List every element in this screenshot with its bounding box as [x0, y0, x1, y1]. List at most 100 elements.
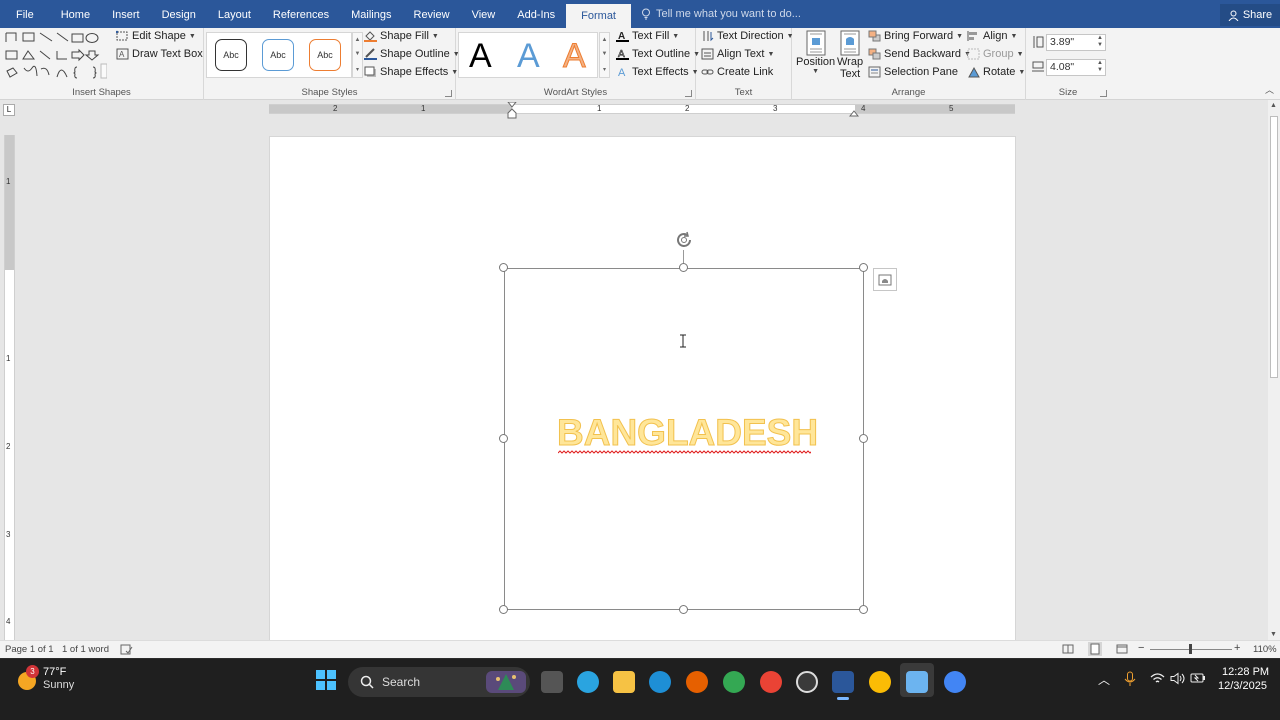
clock-date[interactable]: 12/3/2025	[1218, 680, 1267, 692]
word-icon[interactable]	[832, 671, 854, 693]
send-backward-button[interactable]: Send Backward ▼	[868, 48, 971, 60]
edge-icon[interactable]	[649, 671, 671, 693]
shape-style-blue[interactable]: Abc	[262, 39, 294, 71]
wordart-more-button[interactable]: ▲ ▼ ▾	[599, 32, 610, 78]
shape-effects-button[interactable]: Shape Effects ▼	[364, 66, 458, 78]
wifi-icon[interactable]	[1150, 672, 1165, 685]
bring-forward-button[interactable]: Bring Forward ▼	[868, 30, 963, 42]
chrome-profile-3-icon[interactable]	[944, 671, 966, 693]
wrap-text-button[interactable]: Wrap Text	[837, 30, 863, 80]
text-direction-button[interactable]: Text Direction ▼	[701, 30, 794, 42]
align-button[interactable]: Align ▼	[967, 30, 1017, 42]
weather-widget[interactable]: 3	[16, 665, 39, 691]
resize-handle-bottom[interactable]	[679, 605, 688, 614]
file-explorer-icon[interactable]	[613, 671, 635, 693]
align-text-button[interactable]: Align Text ▼	[701, 48, 774, 60]
edit-shape-button[interactable]: Edit Shape ▼	[116, 30, 196, 42]
resize-handle-right[interactable]	[859, 434, 868, 443]
vertical-scrollbar[interactable]: ▲ ▼	[1268, 100, 1280, 640]
wordart-text[interactable]: BANGLADESH	[557, 412, 819, 454]
group-button[interactable]: Group ▼	[967, 48, 1024, 60]
zoom-out-button[interactable]: −	[1138, 642, 1144, 654]
shape-outline-button[interactable]: Shape Outline ▼	[364, 48, 460, 60]
wordart-style-blue[interactable]: A	[517, 37, 540, 76]
tab-insert[interactable]: Insert	[101, 0, 151, 28]
chrome-icon[interactable]	[723, 671, 745, 693]
zoom-in-button[interactable]: +	[1234, 642, 1240, 654]
resize-handle-bottom-left[interactable]	[499, 605, 508, 614]
text-effects-button[interactable]: A Text Effects ▼	[616, 66, 699, 78]
tab-references[interactable]: References	[262, 0, 340, 28]
windows-start-icon[interactable]	[315, 669, 337, 691]
proofing-icon[interactable]	[120, 644, 133, 655]
tab-home[interactable]: Home	[50, 0, 101, 28]
tab-design[interactable]: Design	[151, 0, 207, 28]
tell-me-box[interactable]: Tell me what you want to do...	[641, 8, 801, 20]
shapes-gallery[interactable]	[5, 31, 108, 81]
shape-styles-dialog-launcher[interactable]	[445, 90, 452, 97]
paint-icon[interactable]	[906, 671, 928, 693]
wordart-style-orange[interactable]: A	[563, 37, 587, 76]
resize-handle-bottom-right[interactable]	[859, 605, 868, 614]
tab-mailings[interactable]: Mailings	[340, 0, 402, 28]
resize-handle-top-left[interactable]	[499, 263, 508, 272]
spinner-icon[interactable]: ▲ ▼	[1097, 60, 1103, 74]
resize-handle-top[interactable]	[679, 263, 688, 272]
battery-icon[interactable]	[1190, 673, 1206, 683]
shape-style-black[interactable]: Abc	[215, 39, 247, 71]
telegram-icon[interactable]	[577, 671, 599, 693]
shape-fill-button[interactable]: Shape Fill ▼	[364, 30, 439, 42]
spinner-icon[interactable]: ▲ ▼	[1097, 35, 1103, 49]
scroll-up-icon[interactable]: ▲	[1270, 102, 1277, 109]
shape-styles-more-button[interactable]: ▲ ▼ ▾	[352, 32, 363, 78]
tab-add-ins[interactable]: Add-Ins	[506, 0, 566, 28]
shape-width-field[interactable]: 4.08" ▲ ▼	[1046, 59, 1106, 76]
resize-handle-left[interactable]	[499, 434, 508, 443]
chrome-profile-icon[interactable]	[760, 671, 782, 693]
tab-file[interactable]: File	[0, 0, 50, 28]
collapse-ribbon-icon[interactable]: ︿	[1265, 83, 1274, 96]
obs-icon[interactable]	[796, 671, 818, 693]
horizontal-ruler[interactable]: 2 1 1 2 3 4 5	[269, 102, 1015, 119]
clock-time[interactable]: 12:28 PM	[1222, 666, 1269, 678]
tab-review[interactable]: Review	[403, 0, 461, 28]
draw-text-box-button[interactable]: A Draw Text Box	[116, 48, 203, 60]
layout-options-button[interactable]	[873, 268, 897, 291]
print-layout-icon[interactable]	[1088, 642, 1102, 656]
tab-view[interactable]: View	[461, 0, 507, 28]
task-view-icon[interactable]	[541, 671, 563, 693]
right-indent-marker-icon[interactable]	[849, 109, 859, 117]
word-count[interactable]: 1 of 1 word	[62, 644, 109, 655]
position-button[interactable]: Position ▼	[796, 30, 835, 75]
web-layout-icon[interactable]	[1116, 644, 1128, 654]
indent-marker-icon[interactable]	[507, 102, 517, 120]
share-button[interactable]: Share	[1220, 4, 1280, 26]
rotate-button[interactable]: Rotate ▼	[967, 66, 1025, 78]
scroll-down-icon[interactable]: ▼	[1270, 631, 1277, 638]
shape-style-orange[interactable]: Abc	[309, 39, 341, 71]
text-fill-button[interactable]: A Text Fill ▼	[616, 30, 679, 42]
create-link-button[interactable]: Create Link	[701, 66, 773, 78]
zoom-slider-thumb[interactable]	[1189, 644, 1192, 654]
wordart-dialog-launcher[interactable]	[685, 90, 692, 97]
wordart-style-black[interactable]: A	[469, 37, 492, 76]
tab-layout[interactable]: Layout	[207, 0, 262, 28]
tab-format[interactable]: Format	[566, 4, 631, 28]
scrollbar-thumb[interactable]	[1270, 116, 1278, 378]
size-dialog-launcher[interactable]	[1100, 90, 1107, 97]
volume-icon[interactable]	[1170, 672, 1185, 685]
vertical-ruler[interactable]: 1 1 2 3 4	[4, 135, 15, 640]
zoom-level[interactable]: 110%	[1253, 644, 1277, 655]
tab-selector[interactable]: L	[3, 104, 15, 116]
page-count[interactable]: Page 1 of 1	[5, 644, 54, 655]
resize-handle-top-right[interactable]	[859, 263, 868, 272]
shape-height-field[interactable]: 3.89" ▲ ▼	[1046, 34, 1106, 51]
selection-pane-button[interactable]: Selection Pane	[868, 66, 958, 78]
rotate-handle-icon[interactable]	[674, 230, 694, 250]
show-hidden-icons-icon[interactable]: ︿	[1098, 671, 1110, 688]
microphone-icon[interactable]	[1124, 671, 1136, 687]
text-outline-button[interactable]: A Text Outline ▼	[616, 48, 700, 60]
read-mode-icon[interactable]	[1062, 644, 1074, 654]
taskbar-search[interactable]: Search	[348, 667, 530, 697]
firefox-icon[interactable]	[686, 671, 708, 693]
